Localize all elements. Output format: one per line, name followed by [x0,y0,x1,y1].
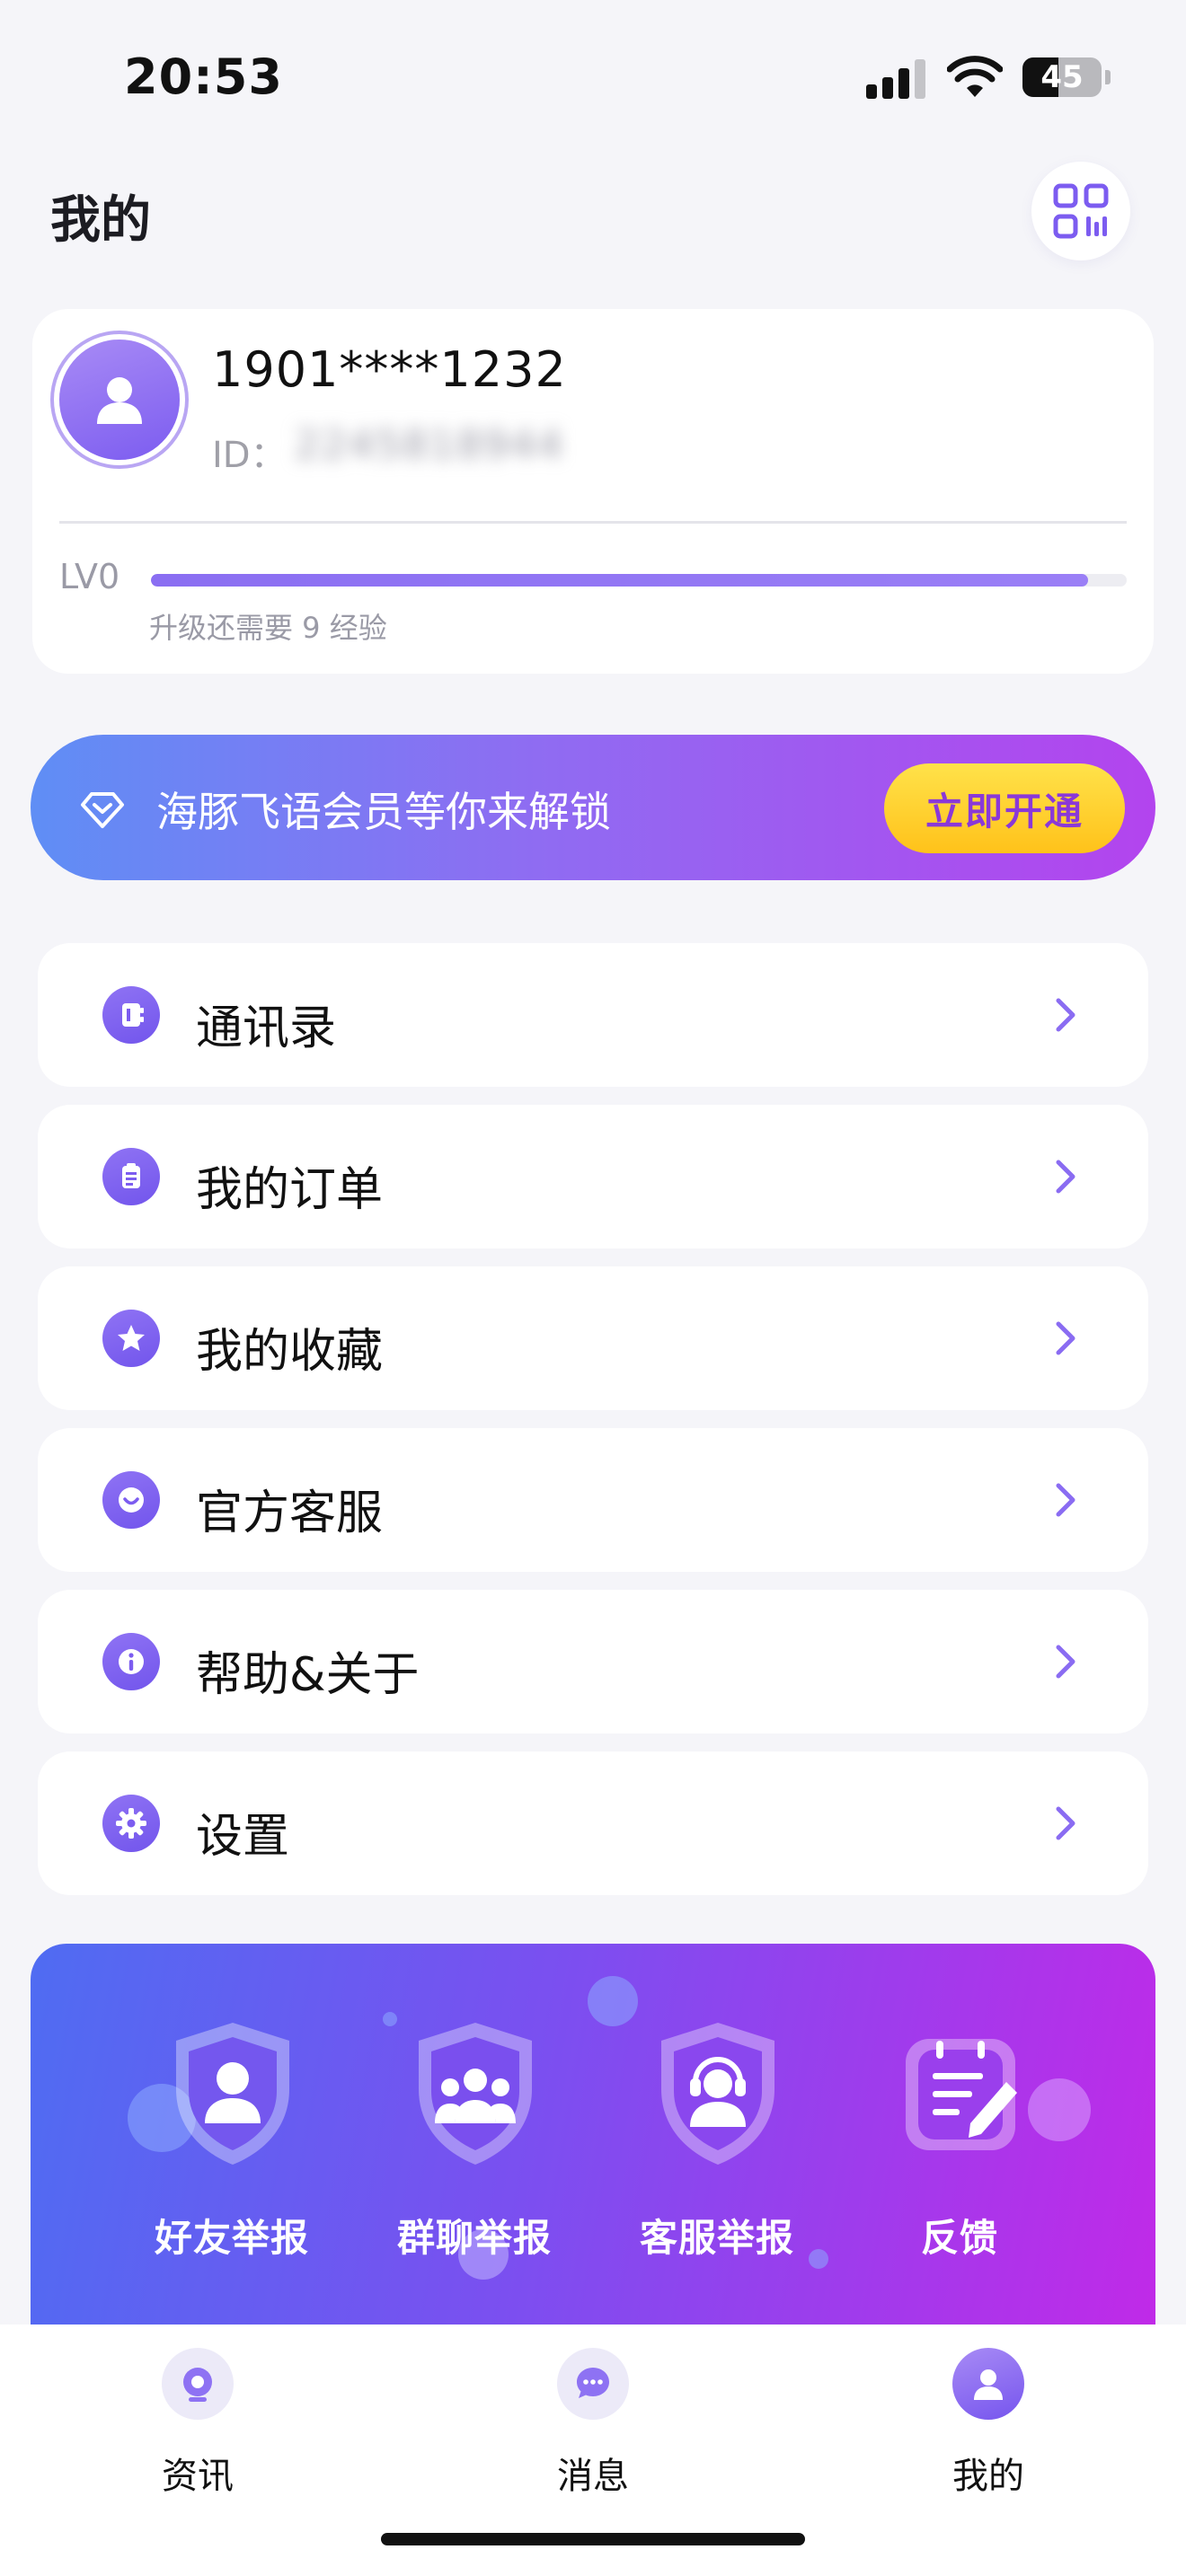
qr-code-button[interactable] [1031,162,1130,260]
tab-profile[interactable]: 我的 [898,2348,1078,2497]
menu-item-favorites[interactable]: 我的收藏 [38,1266,1148,1410]
report-label: 群聊举报 [396,2216,552,2260]
status-time: 20:53 [124,49,283,105]
menu-item-orders[interactable]: 我的订单 [38,1105,1148,1248]
level-progress-fill [151,574,1088,587]
feedback-icon [906,2039,1017,2150]
menu-label: 我的订单 [196,1163,384,1217]
user-icon [97,377,142,424]
upgrade-hint: 升级还需要 9 经验 [149,611,387,645]
profile-divider [59,521,1127,524]
customer-service-icon [102,1471,160,1529]
decorative-bubble [809,2249,828,2269]
user-phone: 1901****1232 [212,341,567,398]
menu-label: 设置 [196,1810,290,1864]
avatar[interactable] [59,340,180,460]
report-label: 客服举报 [639,2216,794,2260]
orders-icon [102,1148,160,1205]
menu-label: 官方客服 [196,1486,384,1540]
page-title: 我的 [50,191,151,250]
level-progress-bar [151,574,1127,587]
menu-item-customer-service[interactable]: 官方客服 [38,1428,1148,1572]
friend-report-icon [176,2023,289,2165]
news-icon [162,2348,234,2420]
vip-promo-text: 海豚飞语会员等你来解锁 [156,788,611,836]
report-label: 反馈 [920,2216,998,2260]
profile-card[interactable]: 1901****1232 ID： 2245818944 LV0 升级还需要 9 … [32,309,1154,674]
profile-icon [952,2348,1024,2420]
cellular-signal-icon [866,57,925,99]
wifi-icon [947,56,1003,97]
friend-report-button[interactable]: 好友举报 [142,2017,322,2269]
tab-label: 消息 [557,2456,629,2497]
feedback-button[interactable]: 反馈 [870,2017,1049,2269]
chevron-right-icon [1056,1483,1075,1517]
contacts-icon [102,986,160,1044]
tab-label: 资讯 [162,2456,234,2497]
user-id-value: 2245818944 [295,422,564,468]
chevron-right-icon [1056,1160,1075,1194]
tab-messages[interactable]: 消息 [503,2348,683,2497]
chevron-right-icon [1056,998,1075,1032]
chevron-right-icon [1056,1645,1075,1679]
tab-news[interactable]: 资讯 [108,2348,288,2497]
info-icon [102,1633,160,1690]
group-report-button[interactable]: 群聊举报 [385,2017,564,2269]
chevron-right-icon [1056,1806,1075,1840]
battery-icon: 45 [1022,57,1102,97]
user-level: LV0 [59,557,120,596]
vip-activate-button[interactable]: 立即开通 [884,763,1125,853]
menu-item-help-about[interactable]: 帮助&关于 [38,1590,1148,1734]
chevron-right-icon [1056,1321,1075,1355]
menu-label: 通讯录 [196,1001,337,1055]
diamond-icon [81,792,124,828]
service-report-button[interactable]: 客服举报 [627,2017,807,2269]
tab-label: 我的 [952,2456,1024,2497]
vip-banner[interactable]: 海豚飞语会员等你来解锁 立即开通 [31,735,1155,880]
menu-item-settings[interactable]: 设置 [38,1751,1148,1895]
settings-icon [102,1795,160,1852]
messages-icon [557,2348,629,2420]
report-label: 好友举报 [154,2216,309,2260]
favorites-icon [102,1310,160,1367]
report-panel: 好友举报 群聊举报 客服举报 反馈 [31,1944,1155,2325]
qr-code-icon [1053,183,1109,239]
user-id-label: ID： [212,435,287,476]
battery-level: 45 [1040,59,1084,95]
battery-tip [1105,70,1111,84]
menu-label: 我的收藏 [196,1325,384,1379]
menu-item-contacts[interactable]: 通讯录 [38,943,1148,1087]
home-indicator [381,2533,805,2545]
service-report-icon [661,2023,774,2165]
menu-label: 帮助&关于 [196,1648,420,1702]
group-report-icon [419,2023,532,2165]
